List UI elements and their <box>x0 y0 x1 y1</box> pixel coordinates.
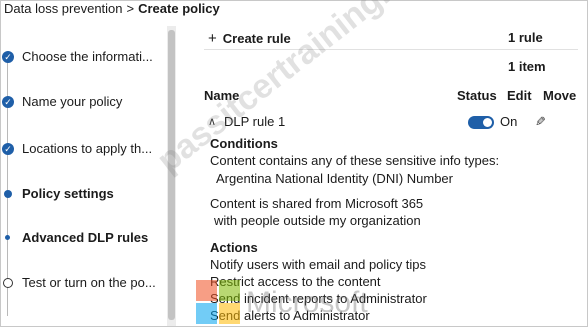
checkmark-icon: ✓ <box>2 143 14 155</box>
condition-line: Content contains any of these sensitive … <box>210 153 500 168</box>
action-item: Notify users with email and policy tips <box>210 257 427 272</box>
divider <box>204 49 578 50</box>
column-header-status[interactable]: Status <box>457 88 497 103</box>
substep-dot-icon <box>5 235 10 240</box>
current-step-dot-icon <box>4 190 12 198</box>
breadcrumb-parent[interactable]: Data loss prevention <box>4 1 123 16</box>
step-label: Policy settings <box>22 186 114 201</box>
step-name-policy[interactable]: ✓ Name your policy <box>0 93 166 113</box>
step-test-or-turn-on[interactable]: Test or turn on the po... <box>0 274 166 294</box>
pencil-icon[interactable]: ✎ <box>535 114 546 130</box>
condition-line: Content is shared from Microsoft 365 <box>210 196 424 211</box>
step-choose-information[interactable]: ✓ Choose the informati... <box>0 48 166 68</box>
toggle-knob <box>483 118 492 127</box>
rule-count: 1 rule <box>508 30 543 45</box>
column-header-move[interactable]: Move <box>543 88 576 103</box>
breadcrumb-current: Create policy <box>138 1 220 16</box>
step-label: Test or turn on the po... <box>22 275 156 290</box>
create-rule-button[interactable]: + Create rule <box>208 30 291 47</box>
breadcrumb-separator: > <box>126 1 135 16</box>
pending-step-dot-icon <box>3 278 13 288</box>
step-advanced-dlp-rules[interactable]: Advanced DLP rules <box>0 229 166 249</box>
watermark-brand: Microsoft <box>246 286 368 319</box>
plus-icon: + <box>208 30 217 47</box>
create-rule-label: Create rule <box>222 31 291 46</box>
item-count: 1 item <box>508 59 546 74</box>
wizard-steps: ✓ Choose the informati... ✓ Name your po… <box>0 26 166 326</box>
condition-line: with people outside my organization <box>214 213 421 228</box>
breadcrumb: Data loss prevention > Create policy <box>4 1 220 16</box>
step-locations[interactable]: ✓ Locations to apply th... <box>0 140 166 160</box>
column-header-edit[interactable]: Edit <box>507 88 532 103</box>
step-label: Choose the informati... <box>22 49 153 64</box>
step-label: Locations to apply th... <box>22 141 153 156</box>
checkmark-icon: ✓ <box>2 96 14 108</box>
step-label: Advanced DLP rules <box>22 230 149 245</box>
step-policy-settings[interactable]: Policy settings <box>0 185 166 205</box>
condition-line: Argentina National Identity (DNI) Number <box>216 171 453 186</box>
rule-status-toggle[interactable] <box>468 116 494 129</box>
microsoft-logo-icon <box>196 280 240 324</box>
rules-panel: + Create rule 1 rule 1 item Name Status E… <box>190 22 586 327</box>
checkmark-icon: ✓ <box>2 51 14 63</box>
rule-status-label: On <box>500 114 518 129</box>
step-label: Name your policy <box>22 94 123 109</box>
actions-heading: Actions <box>210 240 258 255</box>
